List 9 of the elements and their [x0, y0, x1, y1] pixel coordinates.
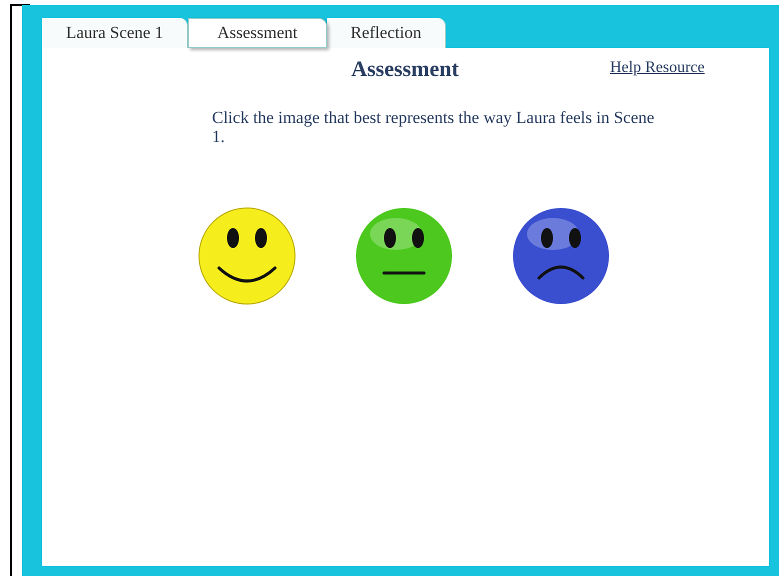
help-link[interactable]: Help Resource: [610, 56, 705, 80]
tab[interactable]: Assessment: [188, 18, 327, 48]
page-heading: Assessment: [350, 54, 460, 82]
neutral-face-button[interactable]: [354, 206, 454, 306]
happy-face-button[interactable]: [197, 206, 297, 306]
tab[interactable]: Reflection: [326, 18, 446, 48]
tab[interactable]: Laura Scene 1: [42, 18, 188, 48]
sad-face-button[interactable]: [511, 206, 611, 306]
instruction-text: Click the image that best represents the way Laura feels in Scene 1.: [212, 108, 656, 146]
